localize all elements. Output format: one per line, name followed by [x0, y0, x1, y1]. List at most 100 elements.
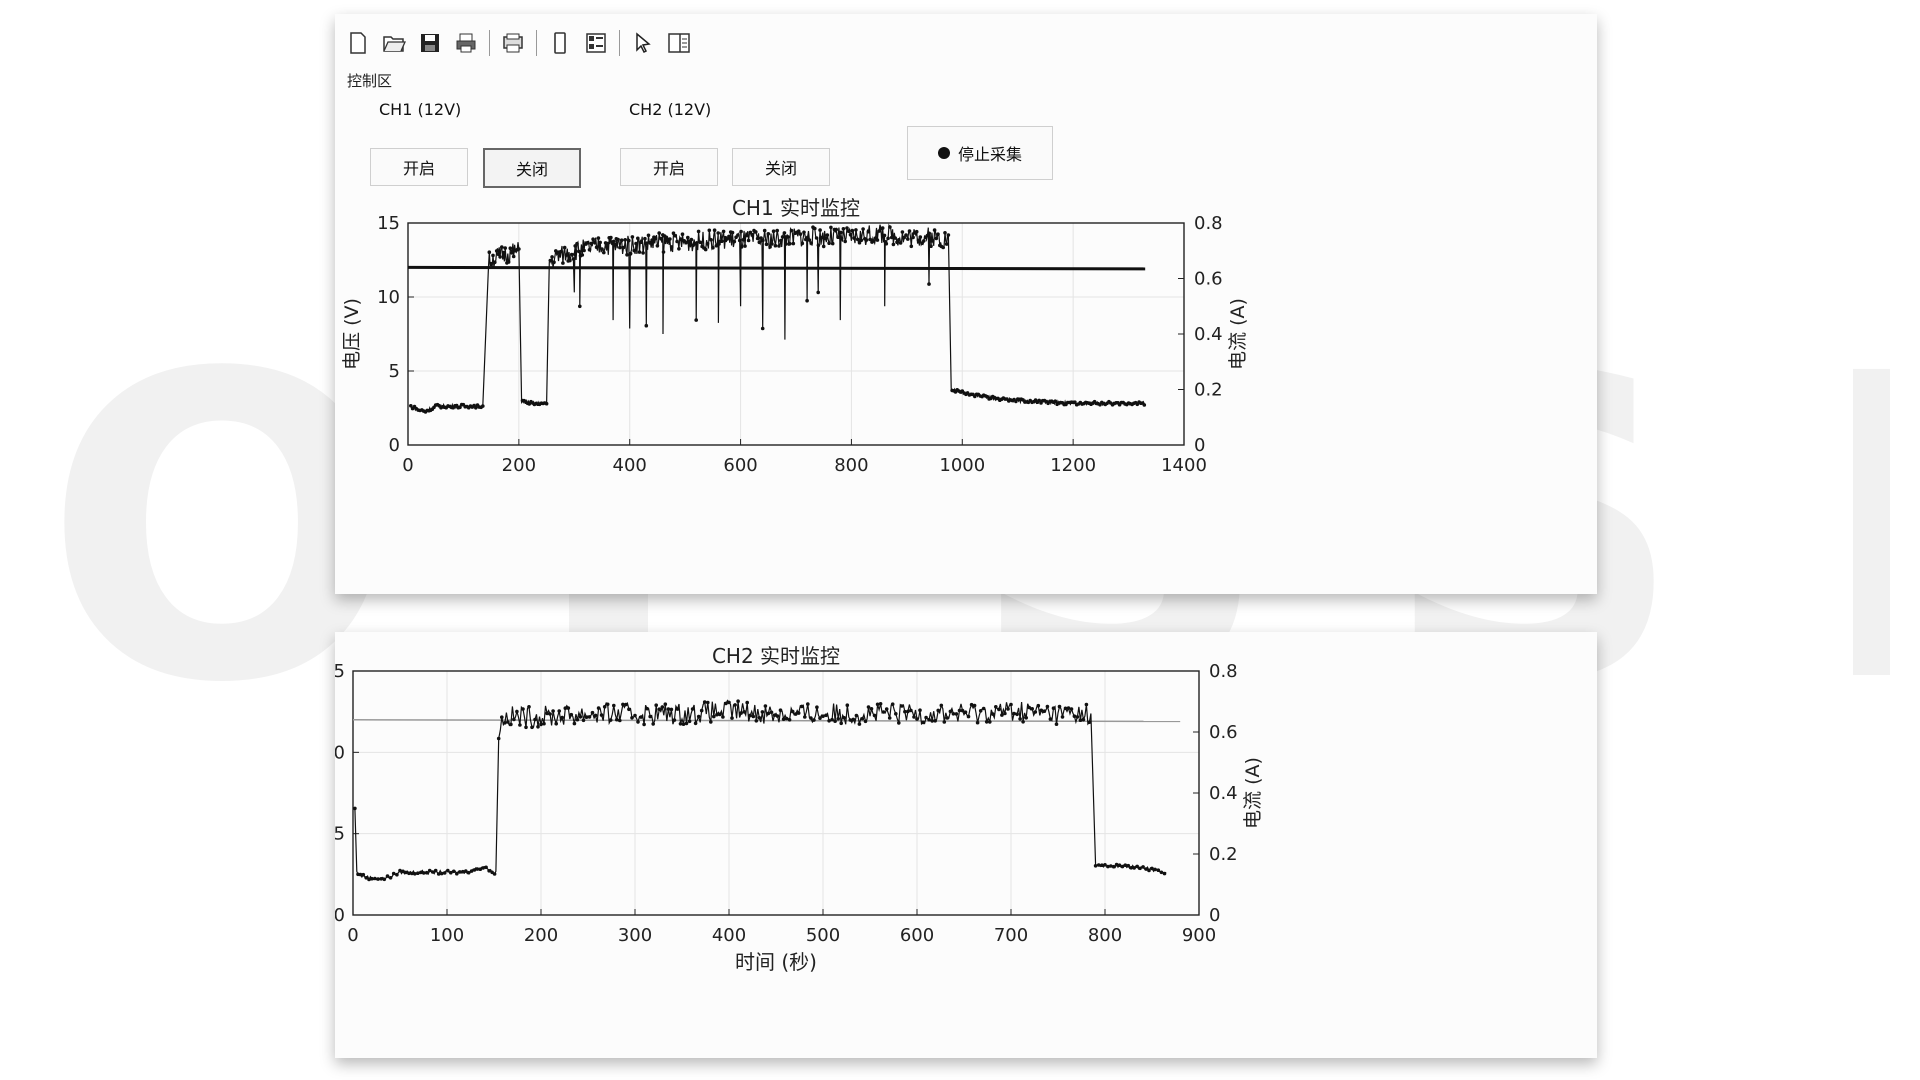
- current-data-point: [907, 229, 912, 233]
- current-data-point: [1039, 708, 1044, 713]
- current-data-point: [932, 228, 937, 232]
- current-data-point: [812, 718, 816, 722]
- current-data-point: [398, 868, 402, 873]
- current-data-point: [677, 247, 681, 251]
- current-data-point: [921, 720, 925, 725]
- current-data-point: [668, 237, 672, 241]
- current-data-point: [651, 722, 655, 726]
- current-data-point: [912, 715, 916, 719]
- ch1-chart: 0 200 400 600 800 1000 1200 140005101500.20.40.…: [341, 196, 1249, 476]
- current-data-point: [975, 720, 980, 725]
- x-tick-label: 700: [994, 925, 1028, 946]
- y-right-tick-label: 0.2: [1194, 380, 1223, 401]
- current-data-point: [816, 243, 821, 248]
- current-data-point: [616, 237, 620, 242]
- current-data-point: [778, 708, 783, 712]
- current-data-point: [882, 233, 887, 238]
- current-data-point: [741, 238, 746, 242]
- current-data-point: [718, 712, 722, 717]
- current-data-point: [878, 702, 883, 706]
- current-data-point: [361, 872, 366, 877]
- current-data-point: [775, 714, 780, 718]
- y-left-tick-label: 5: [335, 824, 345, 845]
- current-data-point: [1087, 720, 1092, 724]
- current-data-point: [859, 238, 864, 242]
- current-data-point: [739, 711, 743, 715]
- current-data-point: [830, 241, 835, 246]
- x-tick-label: 400: [613, 455, 647, 476]
- current-data-point: [636, 236, 640, 241]
- current-data-point: [727, 234, 731, 239]
- x-tick-label: 400: [712, 925, 746, 946]
- current-data-point: [880, 226, 885, 230]
- current-data-point: [625, 253, 629, 257]
- current-data-point: [890, 702, 895, 706]
- current-data-point: [698, 240, 703, 245]
- current-data-point: [694, 318, 698, 322]
- current-data-point: [1150, 866, 1154, 871]
- current-data-point: [888, 225, 892, 229]
- current-data-point: [768, 245, 772, 249]
- current-data-point: [599, 713, 604, 717]
- current-data-point: [954, 712, 959, 716]
- current-data-point: [939, 703, 944, 708]
- current-data-point: [1153, 867, 1157, 872]
- current-data-point: [904, 233, 908, 237]
- current-data-point: [575, 717, 580, 722]
- current-data-point: [827, 241, 831, 245]
- current-data-point: [773, 243, 778, 248]
- current-data-point: [1123, 863, 1128, 867]
- current-data-point: [1162, 871, 1167, 876]
- current-data-point: [602, 705, 607, 709]
- current-data-point: [762, 228, 767, 233]
- current-data-point: [807, 238, 812, 242]
- current-data-point: [1111, 864, 1116, 869]
- y-right-axis-label: 电流 (A): [1242, 757, 1264, 829]
- x-tick-label: 800: [1088, 925, 1122, 946]
- current-data-point: [841, 227, 846, 231]
- current-data-point: [455, 871, 459, 876]
- current-data-point: [639, 240, 644, 244]
- current-data-point: [814, 236, 819, 240]
- current-data-point: [395, 872, 399, 877]
- x-tick-label: 900: [1182, 925, 1216, 946]
- current-data-point: [641, 251, 645, 255]
- current-data-point: [1006, 707, 1010, 711]
- current-data-point: [1142, 403, 1147, 407]
- current-data-point: [533, 717, 537, 722]
- current-data-point: [869, 707, 874, 711]
- current-data-point: [848, 232, 853, 237]
- current-data-point: [782, 231, 787, 235]
- current-data-point: [1060, 715, 1065, 719]
- current-data-point: [727, 700, 731, 705]
- current-data-point: [605, 702, 610, 707]
- current-data-point: [684, 721, 689, 726]
- current-data-point: [548, 258, 553, 263]
- current-data-point: [578, 715, 583, 719]
- current-data-point: [695, 241, 699, 245]
- current-data-point: [946, 233, 951, 237]
- current-data-point: [942, 720, 947, 724]
- x-tick-label: 1000: [939, 455, 985, 476]
- current-data-point: [839, 721, 843, 726]
- current-data-point: [508, 246, 513, 250]
- current-data-point: [766, 711, 771, 716]
- current-data-point: [850, 228, 855, 233]
- current-data-point: [929, 244, 933, 248]
- current-data-point: [705, 242, 710, 246]
- current-data-point: [875, 238, 880, 242]
- current-data-point: [663, 702, 668, 706]
- current-data-point: [373, 876, 377, 881]
- x-tick-label: 0: [402, 455, 413, 476]
- current-data-point: [800, 241, 805, 246]
- current-data-point: [911, 235, 915, 240]
- current-data-point: [829, 225, 833, 230]
- current-data-point: [997, 707, 1001, 712]
- current-data-point: [737, 238, 742, 243]
- current-data-point: [1126, 863, 1131, 868]
- current-data-point: [963, 710, 968, 714]
- ch2-panel: 010020030040050060070080090005101500.20.…: [335, 632, 1597, 1058]
- current-data-point: [511, 254, 516, 259]
- current-data-point: [542, 721, 546, 726]
- current-data-point: [669, 245, 674, 249]
